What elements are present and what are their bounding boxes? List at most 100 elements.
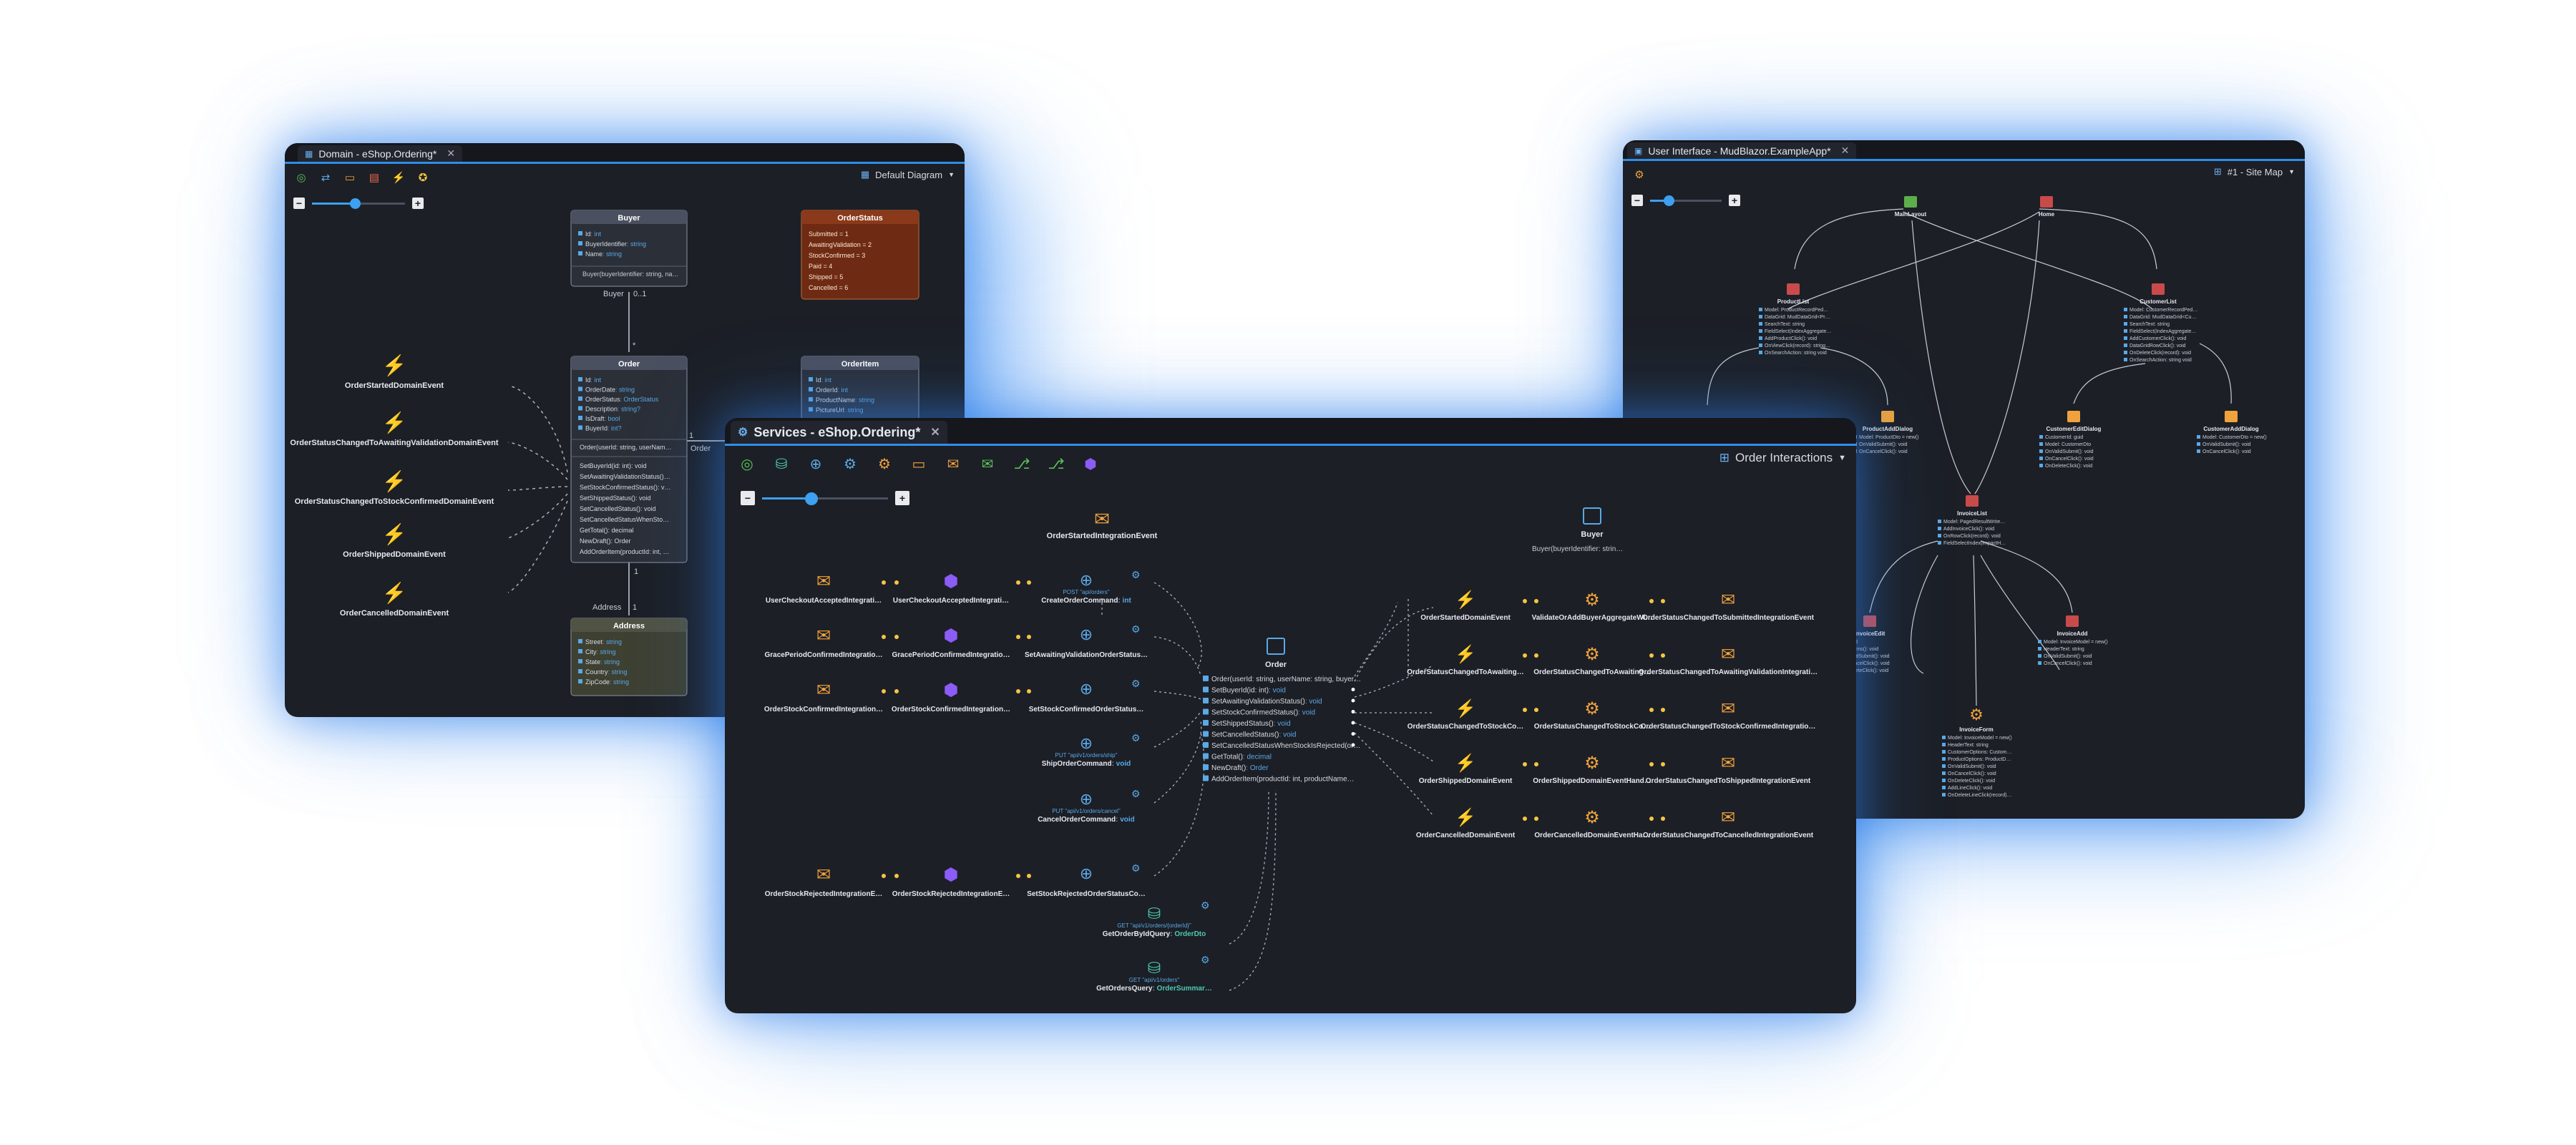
member-icon (2124, 358, 2127, 361)
member-name: Order(userId: string, userName: string, … (1211, 676, 1361, 683)
order-method: SetShippedStatus(): void (580, 494, 651, 502)
command-row[interactable]: ✉ GracePeriodConfirmedIntegratio… ⬢ GracePe… (764, 623, 1148, 659)
address-valueobject[interactable]: Address Street: string City: string State:… (570, 618, 688, 696)
buyer-aggregate-node[interactable]: Buyer Buyer(buyerIdentifier: strin… (1532, 507, 1623, 553)
property-icon (578, 231, 582, 235)
method-icon (1203, 764, 1209, 770)
property-type: string (600, 648, 616, 656)
lightning-icon: ⚡ (1455, 644, 1476, 664)
handler-label: OrderStockRejectedIntegrationE… (892, 890, 1010, 898)
property-name: OrderStatus (585, 396, 620, 403)
buyer-entity[interactable]: Buyer Id: int BuyerIdentifier: string Name… (570, 210, 688, 287)
command-row[interactable]: ✉ OrderStockRejectedIntegrationE… ⬢ OrderSt… (765, 862, 1146, 898)
orderstatus-enum[interactable]: OrderStatus Submitted = 1 AwaitingValidat… (801, 210, 919, 300)
ui-node-customer_add_dialog[interactable]: CustomerAddDialog Model: CustomerDto = ne… (2197, 411, 2267, 454)
domain-event-label: OrderStatusChangedToStockCo… (1407, 723, 1524, 731)
property-type: int (595, 376, 602, 384)
property-type: bool (608, 415, 620, 422)
command-name: SetStockRejectedOrderStatusCo… (1027, 890, 1146, 898)
query-node[interactable]: ⛁GET "api/v1/orders" GetOrdersQuery: Orde… (1096, 954, 1212, 993)
property-icon (578, 396, 582, 401)
event-link (507, 493, 568, 539)
ui-node-main_layout[interactable]: MainLayout (1895, 196, 1927, 218)
event-row[interactable]: ⚡ OrderShippedDomainEvent ⚙ OrderShippedDom… (1419, 753, 1811, 785)
ui-node-product_list[interactable]: ProductList Model: ProductRecordPed… DataG… (1759, 283, 1831, 356)
page-icon (2066, 615, 2079, 627)
ui-link (1974, 220, 2040, 494)
order-started-integration-node[interactable]: ✉ OrderStartedIntegrationEvent (1047, 508, 1158, 540)
handler-label: UserCheckoutAcceptedIntegrati… (893, 597, 1009, 605)
handler-icon: ⚙ (1584, 808, 1600, 827)
domain-event-label: OrderShippedDomainEvent (343, 550, 446, 559)
member-icon (2124, 322, 2127, 326)
command-row[interactable]: ✉ OrderStockConfirmedIntegration… ⬢ OrderSt… (764, 678, 1143, 713)
member-icon (2038, 654, 2041, 658)
lightning-icon: ⚡ (382, 581, 407, 605)
component-icon: ⚙ (1969, 706, 1984, 723)
member-icon (1938, 527, 1941, 530)
property-name: OrderDate (585, 386, 615, 394)
dialog-icon (2067, 411, 2080, 422)
property-row: BuyerId: int? (585, 425, 622, 432)
order-method: SetStockConfirmedStatus(): v… (580, 484, 671, 491)
order-entity[interactable]: Order Id: int OrderDate: string OrderStatu… (570, 356, 688, 563)
connector-dot (1351, 721, 1355, 725)
event-row[interactable]: ⚡ OrderStatusChangedToAwaiting… ⚙ OrderStat… (1407, 644, 1818, 676)
handler-icon: ⬢ (944, 681, 959, 700)
ui-link (1903, 211, 2153, 310)
handler-icon: ⚙ (1584, 699, 1600, 718)
member-return: void (1302, 709, 1315, 717)
ui-node-customer_edit_dialog[interactable]: CustomerEditDialog CustomerId: guid Model:… (2039, 411, 2102, 469)
method-icon (1203, 676, 1209, 681)
command-row[interactable]: ⊕PUT "api/v1/orders/cancel" CancelOrderCo… (1038, 788, 1140, 824)
event-row[interactable]: ⚡ OrderStatusChangedToStockCo… ⚙ OrderStatu… (1407, 698, 1816, 731)
handler-icon: ⬢ (944, 572, 959, 591)
query-name: GetOrderByIdQuery (1103, 930, 1171, 938)
page-icon (2152, 283, 2165, 295)
orderitem-title: OrderItem (841, 360, 879, 369)
envelope-icon: ✉ (816, 681, 831, 700)
command-row[interactable]: ✉ UserCheckoutAcceptedIntegrati… ⬢ UserChec… (766, 569, 1141, 605)
member-icon (2124, 308, 2127, 311)
member-icon (2124, 329, 2127, 333)
property-name: OrderId (816, 386, 838, 394)
domain-handler-label: OrderShippedDomainEventHand… (1533, 777, 1652, 785)
ui-node-member: OnDeleteClick(): void (1948, 779, 1995, 784)
member-icon (2038, 640, 2041, 643)
order-method: NewDraft(): Order (580, 537, 631, 545)
order-aggregate-node[interactable]: Order Order(userId: string, userName: str… (1203, 638, 1361, 784)
member-icon (1938, 520, 1941, 523)
property-row: Street: string (585, 638, 622, 645)
query-icon: ⛁ (1148, 959, 1161, 977)
ui-node-member: OnCancelClick(): void (2044, 661, 2092, 666)
property-type: int (841, 386, 849, 394)
ui-node-invoice_list[interactable]: InvoiceList Model: PagedResultWrite… AddIn… (1938, 495, 2006, 546)
connector-dot (894, 580, 899, 585)
ui-node-member: OnCancelClick(): void (1948, 771, 1996, 776)
property-name: Street (585, 638, 603, 645)
ui-node-member: DataGrid: MudDataGrid<Pr… (1765, 315, 1830, 320)
ui-node-member: Model: InvoiceModel = new() (1948, 736, 2012, 741)
ui-node-home[interactable]: Home (2039, 196, 2055, 218)
ui-node-invoice_add[interactable]: InvoiceAdd Model: InvoiceModel = new() Hea… (2038, 615, 2108, 666)
order-method: SetCancelledStatus(): void (580, 505, 656, 512)
ui-node-title: InvoiceForm (1959, 726, 1994, 733)
connector-dot (1649, 708, 1654, 712)
ui-node-title: CustomerAddDialog (2203, 426, 2258, 432)
query-label: GetOrderByIdQuery: OrderDto (1103, 930, 1206, 938)
ui-link (2199, 343, 2232, 404)
orderitem-entity[interactable]: OrderItem Id: int OrderId: int ProductName… (801, 356, 919, 429)
query-node[interactable]: ⛁GET "api/v1/orders/{orderId}"GetOrderBy… (1103, 900, 1210, 938)
ui-node-customer_list[interactable]: CustomerList Model: CustomerRecordPed… Dat… (2124, 283, 2197, 363)
ui-node-invoice_form[interactable]: ⚙ InvoiceForm Model: InvoiceModel = new() H… (1942, 706, 2012, 798)
ui-node-member: OnCancelClick(): void (2045, 457, 2094, 462)
command-row[interactable]: ⊕PUT "api/v1/orders/ship"ShipOrderComman… (1042, 732, 1141, 768)
lightning-icon: ⚡ (1455, 698, 1476, 718)
event-row[interactable]: ⚡ OrderStartedDomainEvent ⚙ ValidateOrAddBu… (1420, 590, 1814, 622)
command-label: CancelOrderCommand: void (1038, 816, 1135, 824)
ui-node-product_add_dialog[interactable]: ProductAddDialog Model: ProductDto = new(… (1853, 411, 1918, 454)
member-return: decimal (1246, 754, 1271, 761)
event-row[interactable]: ⚡ OrderCancelledDomainEvent ⚙ OrderCancelle… (1416, 807, 1814, 839)
member-icon (2197, 442, 2200, 446)
ui-link (1820, 347, 1888, 406)
